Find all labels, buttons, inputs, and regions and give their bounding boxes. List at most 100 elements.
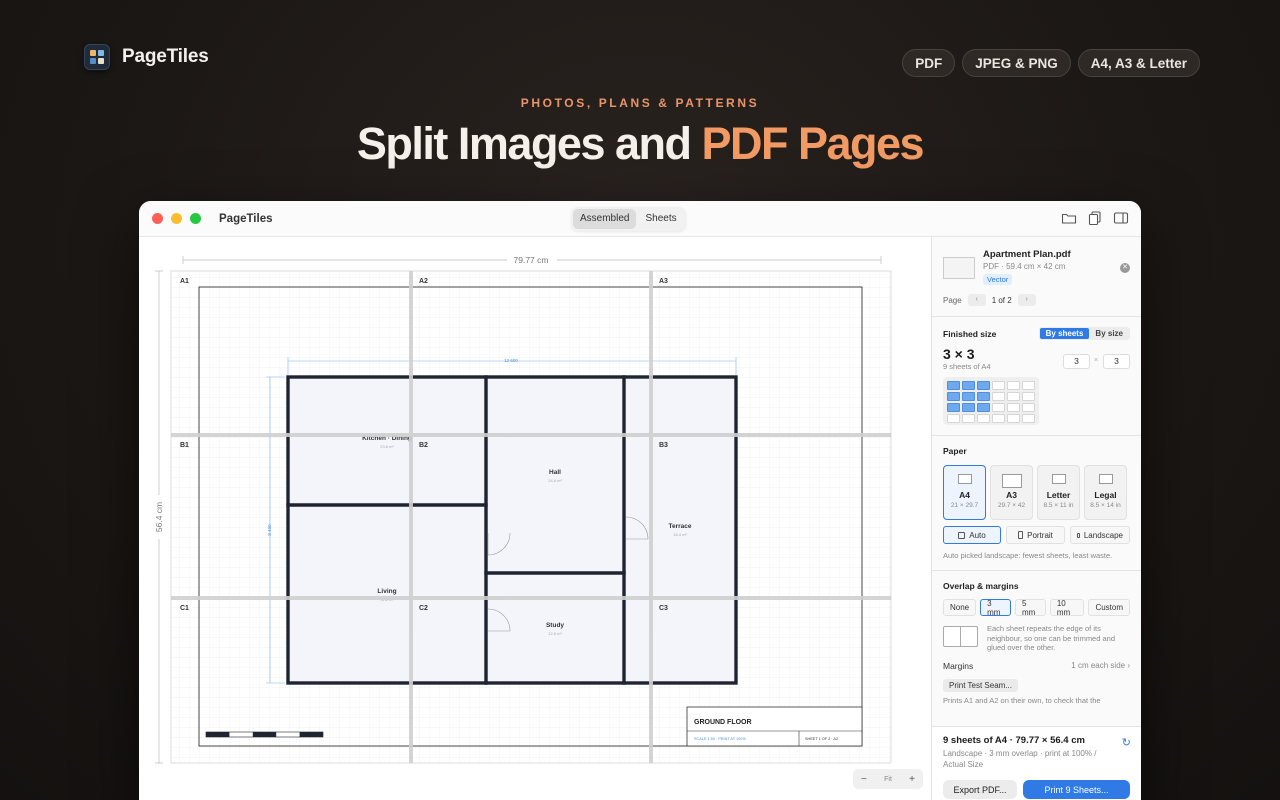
grid-preview-cell[interactable] xyxy=(1022,403,1035,412)
landscape-icon xyxy=(1077,532,1080,538)
grid-preview-cell[interactable] xyxy=(1007,414,1020,423)
refresh-icon[interactable]: ↻ xyxy=(1122,736,1131,749)
close-window-button[interactable] xyxy=(152,213,163,224)
grid-preview-cell[interactable] xyxy=(1022,381,1035,390)
paper-a3[interactable]: A3 29.7 × 42 xyxy=(990,465,1033,520)
grid-preview-cell[interactable] xyxy=(1007,381,1020,390)
paper-letter[interactable]: Letter 8.5 × 11 in xyxy=(1037,465,1080,520)
grid-preview-cell[interactable] xyxy=(977,414,990,423)
grid-preview-cell[interactable] xyxy=(977,403,990,412)
view-toggle: Assembled Sheets xyxy=(571,207,686,231)
paper-a4-name: A4 xyxy=(959,490,970,500)
grid-preview-cell[interactable] xyxy=(977,381,990,390)
grid-preview-cell[interactable] xyxy=(992,392,1005,401)
pill-jpeg-png: JPEG & PNG xyxy=(962,49,1071,77)
paper-a4-dims: 21 × 29.7 xyxy=(950,502,979,509)
tile-label-a2: A2 xyxy=(419,278,428,285)
tile-label-b3: B3 xyxy=(659,442,668,449)
columns-input[interactable]: 3 xyxy=(1063,354,1090,369)
zoom-control: − Fit + xyxy=(853,769,923,789)
grid-preview-cell[interactable] xyxy=(962,414,975,423)
rows-input[interactable]: 3 xyxy=(1103,354,1130,369)
hero-title-accent: PDF Pages xyxy=(701,118,925,169)
summary-title: 9 sheets of A4 · 79.77 × 56.4 cm xyxy=(943,735,1085,746)
grid-preview-cell[interactable] xyxy=(962,381,975,390)
prev-page-button[interactable]: ‹ xyxy=(967,294,986,306)
remove-file-icon[interactable]: ✕ xyxy=(1120,263,1130,273)
grid-preview-cell[interactable] xyxy=(947,414,960,423)
grid-preview-cell[interactable] xyxy=(977,392,990,401)
grid-preview-cell[interactable] xyxy=(992,403,1005,412)
overlap-3mm[interactable]: 3 mm xyxy=(980,599,1011,617)
pill-pdf: PDF xyxy=(902,49,956,77)
room-hall-area: 24.8 m² xyxy=(548,478,562,483)
orientation-landscape[interactable]: Landscape xyxy=(1070,526,1130,544)
pill-paper-sizes: A4, A3 & Letter xyxy=(1077,49,1200,77)
grid-preview-cell[interactable] xyxy=(1007,403,1020,412)
app-logo-icon xyxy=(84,44,110,70)
grid-preview-cell[interactable] xyxy=(947,392,960,401)
grid-preview-cell[interactable] xyxy=(947,403,960,412)
assembled-canvas[interactable]: 79.77 cm 56.4 cm 12 600 8 400 Kitchen · … xyxy=(139,237,931,800)
paper-letter-dims: 8.5 × 11 in xyxy=(1043,502,1074,509)
overlap-label: Overlap & margins xyxy=(943,581,1019,591)
inspector-sidebar: Apartment Plan.pdf PDF · 59.4 cm × 42 cm… xyxy=(931,237,1141,800)
grid-preview-cell[interactable] xyxy=(947,381,960,390)
grid-preview-cell[interactable] xyxy=(992,414,1005,423)
next-page-button[interactable]: › xyxy=(1017,294,1036,306)
overlap-diagram-icon xyxy=(943,626,978,647)
tab-assembled[interactable]: Assembled xyxy=(573,209,637,229)
grid-preview-cell[interactable] xyxy=(962,392,975,401)
open-folder-icon[interactable] xyxy=(1061,211,1077,225)
tab-sheets[interactable]: Sheets xyxy=(638,209,683,229)
orientation-auto-label: Auto xyxy=(969,530,986,540)
paper-a4[interactable]: A4 21 × 29.7 xyxy=(943,465,986,520)
page-navigator: Page ‹ 1 of 2 › xyxy=(943,294,1130,306)
print-sheets-button[interactable]: Print 9 Sheets... xyxy=(1023,780,1130,799)
grid-preview-cell[interactable] xyxy=(962,403,975,412)
copy-pages-icon[interactable] xyxy=(1087,211,1103,226)
brand: PageTiles xyxy=(84,44,209,70)
file-thumbnail xyxy=(943,257,975,279)
minimize-window-button[interactable] xyxy=(171,213,182,224)
room-fills xyxy=(288,377,736,683)
mode-by-sheets[interactable]: By sheets xyxy=(1039,328,1090,339)
page-value: 1 of 2 xyxy=(991,295,1012,305)
plan-dim-top-label: 12 600 xyxy=(504,358,518,363)
title-block-title: GROUND FLOOR xyxy=(694,719,752,726)
overlap-none[interactable]: None xyxy=(943,599,977,616)
zoom-window-button[interactable] xyxy=(190,213,201,224)
zoom-in-button[interactable]: + xyxy=(909,774,915,785)
title-block: GROUND FLOOR SCALE 1:50 · PRINT AT 100% … xyxy=(686,706,863,747)
tile-label-c3: C3 xyxy=(659,605,668,612)
grid-preview-cell[interactable] xyxy=(1022,392,1035,401)
paper-letter-icon xyxy=(1051,474,1066,484)
grid-preview-cell[interactable] xyxy=(992,381,1005,390)
overlap-10mm[interactable]: 10 mm xyxy=(1049,599,1085,617)
orientation-portrait[interactable]: Portrait xyxy=(1006,526,1065,544)
overlap-custom[interactable]: Custom xyxy=(1088,599,1131,616)
paper-section: Paper A4 21 × 29.7 A3 29.7 × 42 Letter 8… xyxy=(932,446,1141,560)
room-hall-name: Hall xyxy=(549,469,561,476)
margins-row[interactable]: Margins 1 cm each side › xyxy=(943,661,1130,671)
mode-by-size[interactable]: By size xyxy=(1089,328,1129,339)
grid-preview-cell[interactable] xyxy=(1007,392,1020,401)
sidebar-toggle-icon[interactable] xyxy=(1113,211,1129,225)
file-name: Apartment Plan.pdf xyxy=(983,249,1071,260)
app-window: PageTiles Assembled Sheets 79.77 cm 56.4… xyxy=(139,201,1141,800)
page-label: Page xyxy=(943,295,962,305)
overlap-5mm[interactable]: 5 mm xyxy=(1014,599,1046,617)
print-test-seam-button[interactable]: Print Test Seam... xyxy=(943,678,1018,692)
finished-size-sub: 9 sheets of A4 xyxy=(943,362,991,371)
grid-preview-cell[interactable] xyxy=(1022,414,1035,423)
zoom-fit-button[interactable]: Fit xyxy=(884,776,892,783)
paper-legal[interactable]: Legal 8.5 × 14 in xyxy=(1084,465,1127,520)
room-study-name: Study xyxy=(546,622,564,629)
plan-dim-left-label: 8 400 xyxy=(267,524,272,536)
export-pdf-button[interactable]: Export PDF... xyxy=(943,780,1017,799)
orientation-landscape-label: Landscape xyxy=(1083,530,1123,540)
format-pills: PDF JPEG & PNG A4, A3 & Letter xyxy=(902,49,1200,77)
size-mode-toggle: By sheets By size xyxy=(1038,327,1130,340)
orientation-auto[interactable]: Auto xyxy=(943,526,1002,544)
zoom-out-button[interactable]: − xyxy=(861,774,867,785)
